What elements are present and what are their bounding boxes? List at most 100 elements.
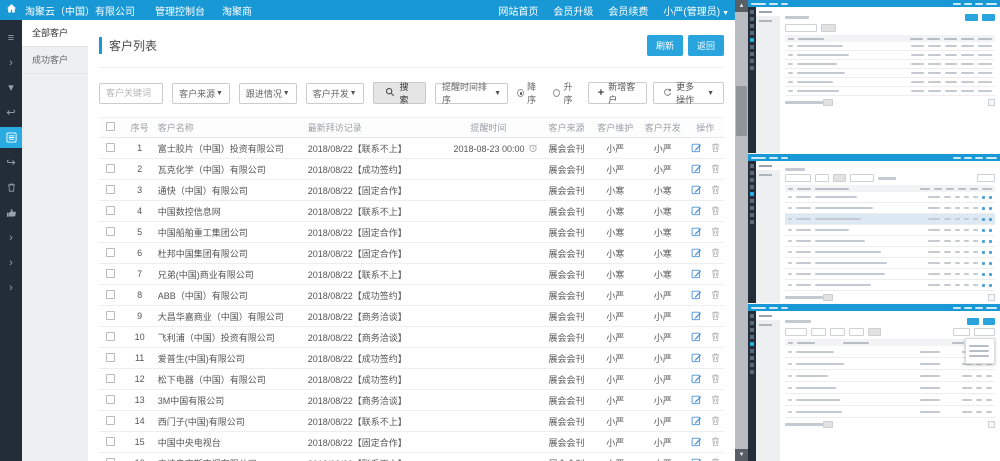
- row-checkbox[interactable]: [106, 437, 115, 446]
- edit-icon[interactable]: [691, 247, 702, 260]
- edit-icon[interactable]: [691, 331, 702, 344]
- edit-icon[interactable]: [691, 415, 702, 428]
- row-checkbox[interactable]: [106, 374, 115, 383]
- scroll-up-arrow[interactable]: ▲: [735, 0, 748, 12]
- row-checkbox[interactable]: [106, 353, 115, 362]
- row-checkbox[interactable]: [106, 164, 115, 173]
- delete-icon[interactable]: [710, 247, 721, 260]
- chevron-right-icon[interactable]: ›: [0, 277, 22, 298]
- row-checkbox[interactable]: [106, 185, 115, 194]
- row-checkbox[interactable]: [106, 227, 115, 236]
- latest-visit-record: 2018/08/22【成功签约】: [308, 369, 436, 390]
- chevron-right-icon[interactable]: ›: [0, 227, 22, 248]
- delete-icon[interactable]: [710, 352, 721, 365]
- chevron-right-icon[interactable]: ›: [0, 52, 22, 73]
- delete-icon[interactable]: [710, 226, 721, 239]
- row-index: 1: [122, 138, 158, 159]
- delete-icon[interactable]: [710, 457, 721, 461]
- customer-list-icon[interactable]: [0, 127, 22, 148]
- add-customer-button[interactable]: +新增客户: [588, 82, 647, 104]
- more-actions-button[interactable]: 更多操作 ▼: [653, 82, 724, 104]
- row-checkbox[interactable]: [106, 311, 115, 320]
- row-checkbox[interactable]: [106, 248, 115, 257]
- edit-icon[interactable]: [691, 394, 702, 407]
- alarm-clock-icon[interactable]: [528, 143, 538, 153]
- shop-link[interactable]: 淘聚商: [222, 3, 252, 18]
- row-checkbox[interactable]: [106, 206, 115, 215]
- edit-icon[interactable]: [691, 163, 702, 176]
- edit-icon[interactable]: [691, 184, 702, 197]
- mini-pagination: [785, 421, 995, 428]
- select-all-checkbox[interactable]: [106, 122, 115, 131]
- mini-table-row: [785, 78, 995, 87]
- delete-icon[interactable]: [710, 268, 721, 281]
- mini-table-row: [785, 269, 995, 280]
- edit-icon[interactable]: [691, 310, 702, 323]
- search-button[interactable]: 搜索: [373, 82, 427, 104]
- mini-rail-icon: [750, 192, 754, 196]
- back-button[interactable]: 返回: [688, 35, 724, 56]
- sign-in-icon[interactable]: ↩: [0, 102, 22, 123]
- edit-icon[interactable]: [691, 289, 702, 302]
- delete-icon[interactable]: [710, 415, 721, 428]
- edit-icon[interactable]: [691, 352, 702, 365]
- latest-visit-record: 2018/08/22【固定合作】: [308, 432, 436, 453]
- keyword-input[interactable]: 客户关键词: [99, 83, 163, 104]
- delete-icon[interactable]: [710, 331, 721, 344]
- edit-icon[interactable]: [691, 205, 702, 218]
- customer-maintainer: 小严: [592, 285, 640, 306]
- home-button[interactable]: [0, 0, 22, 20]
- refresh-button[interactable]: 刷新: [647, 35, 683, 56]
- delete-icon[interactable]: [710, 142, 721, 155]
- sidebar-item-all-customers[interactable]: 全部客户: [22, 20, 88, 47]
- row-checkbox[interactable]: [106, 332, 115, 341]
- delete-icon[interactable]: [710, 394, 721, 407]
- delete-icon[interactable]: [710, 163, 721, 176]
- delete-icon[interactable]: [710, 373, 721, 386]
- develop-select[interactable]: 客户开发▼: [306, 83, 364, 104]
- sort-select[interactable]: 提醒时间排序▼: [435, 83, 508, 104]
- mini-text-bar: [973, 196, 978, 198]
- scroll-down-arrow[interactable]: ▼: [735, 449, 748, 461]
- trash-icon[interactable]: [0, 177, 22, 198]
- user-menu[interactable]: 小严(管理员)▼: [663, 3, 729, 18]
- row-checkbox[interactable]: [106, 416, 115, 425]
- row-checkbox[interactable]: [106, 143, 115, 152]
- row-index: 2: [122, 159, 158, 180]
- preview-screenshot-1: [748, 0, 1000, 154]
- row-checkbox[interactable]: [106, 395, 115, 404]
- chevron-right-icon[interactable]: ›: [0, 252, 22, 273]
- source-select[interactable]: 客户来源▼: [172, 83, 230, 104]
- sort-asc-radio[interactable]: 升序: [553, 80, 578, 106]
- edit-icon[interactable]: [691, 226, 702, 239]
- menu-icon[interactable]: ≡: [0, 27, 22, 48]
- site-home-link[interactable]: 网站首页: [498, 3, 538, 18]
- delete-icon[interactable]: [710, 310, 721, 323]
- sidebar-item-success-customers[interactable]: 成功客户: [22, 47, 88, 74]
- sign-out-icon[interactable]: ↪: [0, 152, 22, 173]
- mini-rail-icon: [750, 185, 754, 189]
- col-ops: 操作: [687, 118, 725, 138]
- row-checkbox[interactable]: [106, 458, 115, 461]
- delete-icon[interactable]: [710, 436, 721, 449]
- edit-icon[interactable]: [691, 436, 702, 449]
- row-checkbox[interactable]: [106, 290, 115, 299]
- member-upgrade-link[interactable]: 会员升级: [553, 3, 593, 18]
- thumbs-up-icon[interactable]: [0, 202, 22, 223]
- mini-text-bar: [978, 45, 992, 47]
- followup-select[interactable]: 跟进情况▼: [239, 83, 297, 104]
- row-checkbox[interactable]: [106, 269, 115, 278]
- sort-desc-radio[interactable]: 降序: [517, 80, 542, 106]
- edit-icon[interactable]: [691, 373, 702, 386]
- edit-icon[interactable]: [691, 142, 702, 155]
- member-renew-link[interactable]: 会员续费: [608, 3, 648, 18]
- scroll-thumb[interactable]: [736, 86, 747, 136]
- delete-icon[interactable]: [710, 184, 721, 197]
- edit-icon[interactable]: [691, 457, 702, 461]
- console-link[interactable]: 管理控制台: [155, 3, 205, 18]
- delete-icon[interactable]: [710, 289, 721, 302]
- edit-icon[interactable]: [691, 268, 702, 281]
- more-actions-icon: [663, 88, 672, 99]
- chevron-down-icon[interactable]: ▾: [0, 77, 22, 98]
- delete-icon[interactable]: [710, 205, 721, 218]
